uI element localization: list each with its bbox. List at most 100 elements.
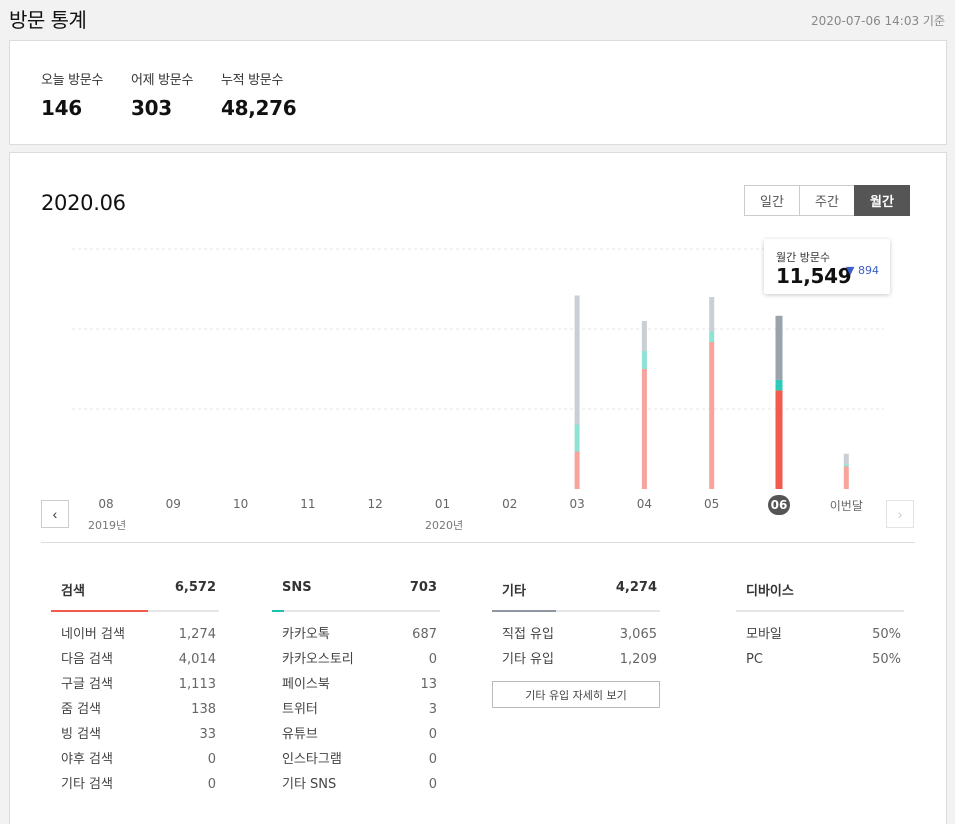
- tooltip-delta: ▼ 894: [846, 264, 879, 277]
- tooltip-value: 11,549: [776, 264, 852, 288]
- row-value: 3,065: [619, 627, 657, 642]
- month-label[interactable]: 10: [219, 497, 263, 511]
- search-rows: 네이버 검색 1,274 다음 검색 4,014 구글 검색 1,113 줌 검색 138 빙 …: [51, 622, 219, 797]
- row-label: 유튜브: [282, 727, 318, 742]
- chart-prev-button[interactable]: ‹: [41, 500, 69, 528]
- row-label: 빙 검색: [61, 727, 102, 742]
- row-label: 다음 검색: [61, 652, 113, 667]
- chart-bar-segment[interactable]: [775, 379, 783, 391]
- row-value: 0: [428, 652, 437, 667]
- sns-title: SNS: [282, 580, 312, 595]
- chart-bar-segment[interactable]: [574, 295, 580, 425]
- chart-bar-segment[interactable]: [641, 369, 647, 489]
- list-item: 인스타그램 0: [272, 747, 440, 772]
- other-title: 기타: [502, 584, 526, 599]
- search-total: 6,572: [174, 580, 216, 595]
- sns-block: SNS 703 카카오톡 687 카카오스토리 0 페이스북 13 트위터 3 유튜브 0 인스타그…: [272, 580, 440, 797]
- chart-tooltip: 월간 방문수 11,549 ▼ 894: [764, 239, 890, 294]
- chart-bar-segment[interactable]: [843, 466, 849, 490]
- month-label[interactable]: 09: [151, 497, 195, 511]
- list-item: 구글 검색 1,113: [51, 672, 219, 697]
- chart-next-button[interactable]: ›: [886, 500, 914, 528]
- month-label[interactable]: 05: [690, 497, 734, 511]
- chart-bar-segment[interactable]: [709, 331, 715, 343]
- row-value: 0: [428, 727, 437, 742]
- row-label: 야후 검색: [61, 752, 113, 767]
- sns-bar: [272, 610, 440, 612]
- row-value: 50%: [872, 652, 901, 667]
- list-item: 기타 유입 1,209: [492, 647, 660, 672]
- device-block: 디바이스 모바일 50% PC 50%: [736, 580, 904, 672]
- row-label: 기타 SNS: [282, 777, 337, 792]
- other-head: 기타 4,274: [492, 580, 660, 602]
- row-label: 트위터: [282, 702, 318, 717]
- row-value: 1,113: [178, 677, 216, 692]
- base-time: 2020-07-06 14:03 기준: [810, 14, 945, 28]
- row-label: 페이스북: [282, 677, 330, 692]
- month-label[interactable]: 04: [622, 497, 666, 511]
- stat-label: 어제 방문수: [131, 73, 194, 88]
- visits-chart: [72, 248, 884, 490]
- other-rows: 직접 유입 3,065 기타 유입 1,209: [492, 622, 660, 672]
- month-label[interactable]: 01: [421, 497, 465, 511]
- list-item: 모바일 50%: [736, 622, 904, 647]
- other-total: 4,274: [615, 580, 657, 595]
- other-detail-button[interactable]: 기타 유입 자세히 보기: [492, 681, 660, 708]
- row-value: 0: [207, 777, 216, 792]
- chart-bar-segment[interactable]: [843, 453, 849, 465]
- row-label: PC: [746, 652, 763, 667]
- sns-total: 703: [409, 580, 437, 595]
- month-label[interactable]: 이번달: [824, 497, 868, 514]
- chart-bar-segment[interactable]: [641, 351, 647, 369]
- year-label-2019: 2019년: [88, 519, 127, 532]
- device-title: 디바이스: [746, 584, 794, 599]
- row-value: 50%: [872, 627, 901, 642]
- list-item: 다음 검색 4,014: [51, 647, 219, 672]
- list-item: PC 50%: [736, 647, 904, 672]
- chart-bar-segment[interactable]: [709, 342, 715, 489]
- row-label: 네이버 검색: [61, 627, 125, 642]
- chart-bar-segment[interactable]: [574, 424, 580, 452]
- list-item: 유튜브 0: [272, 722, 440, 747]
- chart-bar-segment[interactable]: [709, 297, 715, 332]
- chart-bar-segment[interactable]: [574, 451, 580, 490]
- row-value: 1,274: [178, 627, 216, 642]
- list-item: 야후 검색 0: [51, 747, 219, 772]
- sns-rows: 카카오톡 687 카카오스토리 0 페이스북 13 트위터 3 유튜브 0 인스타그램 0 기타 SNS…: [272, 622, 440, 797]
- search-bar-fill: [51, 610, 149, 612]
- device-head: 디바이스: [736, 580, 904, 602]
- stat-total: 누적 방문수 48,276: [221, 69, 297, 120]
- device-bar: [736, 610, 904, 612]
- row-value: 0: [428, 777, 437, 792]
- month-label[interactable]: 08: [84, 497, 128, 511]
- chevron-right-icon: ›: [897, 506, 903, 522]
- row-value: 0: [207, 752, 216, 767]
- month-label[interactable]: 06: [768, 495, 790, 515]
- chart-bar-segment[interactable]: [775, 390, 783, 489]
- page-title: 방문 통계: [9, 8, 87, 32]
- stat-value: 48,276: [221, 96, 297, 120]
- month-label[interactable]: 12: [353, 497, 397, 511]
- month-label[interactable]: 03: [555, 497, 599, 511]
- chart-bar-segment[interactable]: [843, 464, 849, 467]
- chart-bar-segment[interactable]: [775, 315, 783, 380]
- chart-bar-segment[interactable]: [641, 321, 647, 351]
- tooltip-label: 월간 방문수: [776, 251, 831, 264]
- search-head: 검색 6,572: [51, 580, 219, 602]
- list-item: 카카오스토리 0: [272, 647, 440, 672]
- other-bar: [492, 610, 660, 612]
- stat-label: 누적 방문수: [221, 73, 284, 88]
- search-title: 검색: [61, 584, 85, 599]
- month-label[interactable]: 11: [286, 497, 330, 511]
- summary-card: 오늘 방문수 146 어제 방문수 303 누적 방문수 48,276: [9, 40, 947, 145]
- row-label: 구글 검색: [61, 677, 113, 692]
- divider: [41, 542, 915, 543]
- list-item: 빙 검색 33: [51, 722, 219, 747]
- list-item: 직접 유입 3,065: [492, 622, 660, 647]
- month-label[interactable]: 02: [488, 497, 532, 511]
- row-label: 카카오톡: [282, 627, 330, 642]
- row-value: 13: [420, 677, 437, 692]
- stat-yesterday: 어제 방문수 303: [131, 69, 193, 120]
- list-item: 기타 SNS 0: [272, 772, 440, 797]
- chevron-left-icon: ‹: [52, 506, 58, 522]
